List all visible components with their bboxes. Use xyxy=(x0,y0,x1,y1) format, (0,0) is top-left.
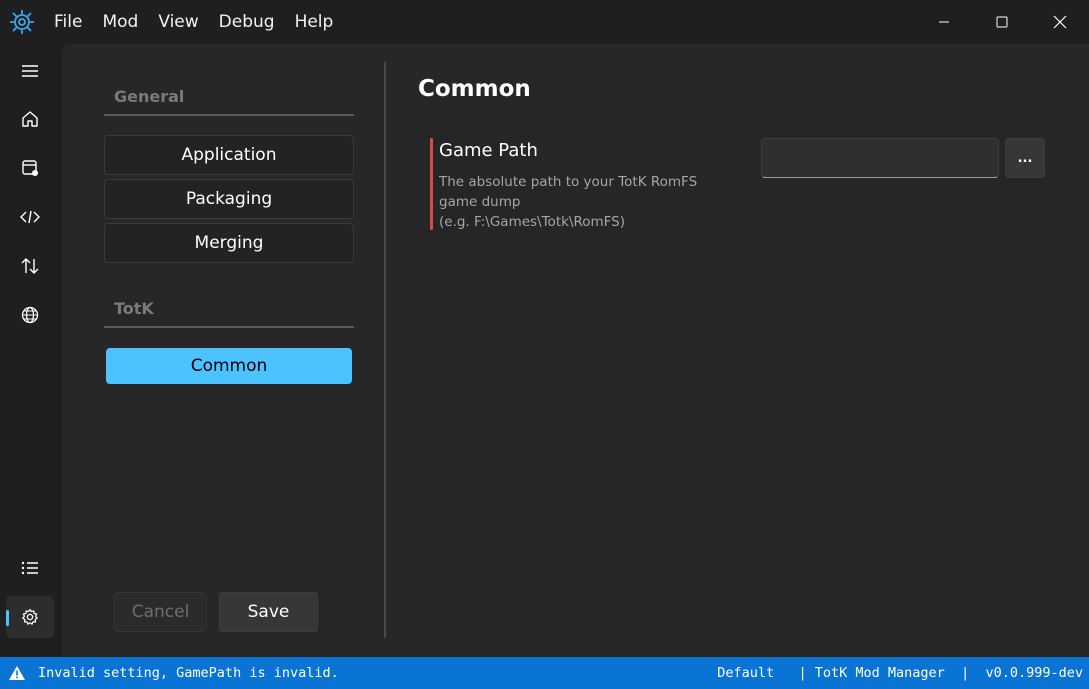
list-button[interactable] xyxy=(6,547,54,589)
nav-merging-button[interactable]: Merging xyxy=(104,223,354,263)
settings-icon xyxy=(22,608,38,625)
group-header-totk: TotK xyxy=(104,290,354,328)
status-message: Invalid setting, GamePath is invalid. xyxy=(38,665,339,681)
close-button[interactable] xyxy=(1031,0,1089,44)
nav-application-button[interactable]: Application xyxy=(104,135,354,175)
mods-button[interactable] xyxy=(6,147,54,189)
app-logo-icon xyxy=(0,0,44,44)
status-info: Default | TotK Mod Manager | v0.0.999-de… xyxy=(717,657,1083,689)
save-button[interactable]: Save xyxy=(219,592,318,632)
menu-help[interactable]: Help xyxy=(285,0,344,44)
group-header-general: General xyxy=(104,78,354,116)
maximize-icon xyxy=(996,16,1008,28)
list-icon xyxy=(21,561,38,575)
status-separator: | xyxy=(944,665,986,681)
splitter[interactable] xyxy=(384,62,386,638)
globe-icon xyxy=(21,306,39,324)
page-title: Common xyxy=(418,76,531,102)
sort-icon xyxy=(21,258,39,274)
nav-packaging-button[interactable]: Packaging xyxy=(104,179,354,219)
content-panel: General Application Packaging Merging To… xyxy=(62,44,1089,657)
settings-button[interactable] xyxy=(6,596,54,638)
mods-icon xyxy=(22,160,38,176)
minimize-button[interactable] xyxy=(915,0,973,44)
setting-description: The absolute path to your TotK RomFS gam… xyxy=(439,172,739,232)
setting-game-path: Game Path The absolute path to your TotK… xyxy=(428,134,1060,244)
code-icon xyxy=(20,210,40,224)
warning-icon xyxy=(2,657,32,689)
game-path-input[interactable] xyxy=(761,138,999,178)
title-bar: File Mod View Debug Help xyxy=(0,0,1089,44)
status-version: v0.0.999-dev xyxy=(985,665,1083,681)
hamburger-button[interactable] xyxy=(6,50,54,92)
close-icon xyxy=(1053,15,1067,29)
home-button[interactable] xyxy=(6,98,54,140)
setting-description-line: The absolute path to your TotK RomFS xyxy=(439,174,698,190)
setting-description-line: (e.g. F:\Games\Totk\RomFS) xyxy=(439,214,626,230)
globe-button[interactable] xyxy=(6,294,54,336)
setting-description-line: game dump xyxy=(439,194,521,210)
status-app-name: TotK Mod Manager xyxy=(814,665,945,681)
home-icon xyxy=(22,111,38,127)
hamburger-icon xyxy=(22,65,38,77)
active-indicator xyxy=(6,610,9,626)
menu-file[interactable]: File xyxy=(44,0,92,44)
minimize-icon xyxy=(939,21,949,23)
navigation-rail xyxy=(0,44,62,657)
maximize-button[interactable] xyxy=(973,0,1031,44)
settings-nav: General Application Packaging Merging To… xyxy=(104,44,356,657)
invalid-indicator xyxy=(430,138,433,230)
status-theme: Default xyxy=(717,665,775,681)
window-controls xyxy=(915,0,1089,44)
cancel-button[interactable]: Cancel xyxy=(114,592,207,632)
nav-common-button[interactable]: Common xyxy=(106,348,352,384)
status-separator: | xyxy=(774,665,815,681)
menu-bar: File Mod View Debug Help xyxy=(44,0,343,44)
menu-debug[interactable]: Debug xyxy=(209,0,285,44)
status-bar: Invalid setting, GamePath is invalid. De… xyxy=(0,657,1089,689)
menu-mod[interactable]: Mod xyxy=(92,0,148,44)
browse-button[interactable]: ... xyxy=(1005,138,1045,178)
sort-button[interactable] xyxy=(6,245,54,287)
menu-view[interactable]: View xyxy=(148,0,208,44)
setting-name: Game Path xyxy=(439,140,538,161)
code-button[interactable] xyxy=(6,196,54,238)
